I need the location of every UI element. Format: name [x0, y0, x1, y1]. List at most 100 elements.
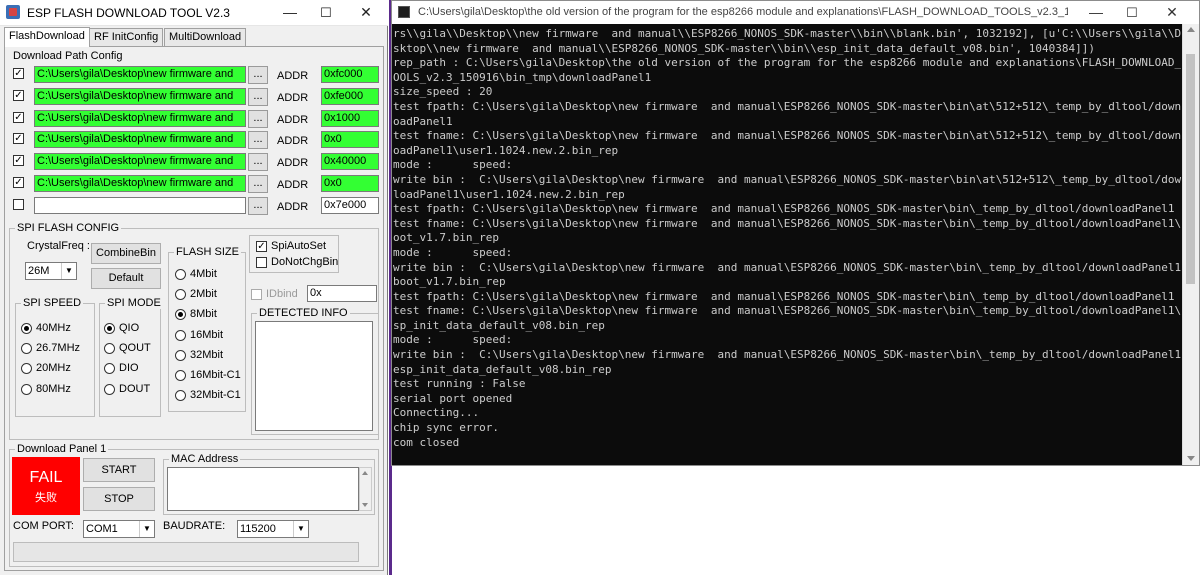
stop-button[interactable]: STOP — [83, 487, 155, 511]
addr-field[interactable]: 0xfe000 — [321, 87, 379, 105]
close-button[interactable]: ✕ — [348, 3, 384, 22]
flash-size-option-label: 32Mbit-C1 — [190, 389, 241, 402]
console-close-button[interactable]: ✕ — [1154, 3, 1190, 22]
browse-button[interactable]: ... — [248, 196, 268, 215]
browse-button[interactable]: ... — [248, 109, 268, 128]
flash-size-radio[interactable] — [175, 349, 186, 361]
path-row-checkbox[interactable]: ✓ — [13, 89, 24, 101]
console-line: test fname: C:\Users\gila\Desktop\new fi… — [393, 216, 1181, 230]
path-row-checkbox[interactable]: ✓ — [13, 133, 24, 145]
tool-titlebar[interactable]: ESP FLASH DOWNLOAD TOOL V2.3 — ☐ ✕ — [0, 0, 388, 26]
spi-mode-radio[interactable] — [104, 383, 115, 395]
spi-auto-set-checkbox[interactable]: ✓ — [256, 241, 267, 252]
scroll-up-icon[interactable] — [1187, 27, 1195, 32]
console-line: write bin : C:\Users\gila\Desktop\new fi… — [393, 348, 1181, 362]
path-row-field[interactable]: C:\Users\gila\Desktop\new firmware and — [34, 66, 246, 83]
baudrate-select[interactable]: 115200 ▼ — [237, 520, 309, 538]
tab-flashdownload[interactable]: FlashDownload — [4, 27, 90, 47]
chevron-down-icon: ▼ — [61, 263, 76, 279]
flash-size-radio[interactable] — [175, 269, 186, 280]
path-row-field[interactable]: C:\Users\gila\Desktop\new firmware and — [34, 109, 246, 127]
scroll-down-icon[interactable] — [1187, 456, 1195, 461]
status-text-en: FAIL — [29, 469, 63, 486]
do-not-chg-bin-checkbox[interactable] — [256, 257, 267, 268]
spi-speed-label: SPI SPEED — [21, 297, 84, 309]
console-line: oot_v1.7.bin_rep — [393, 231, 499, 245]
console-output[interactable]: rs\\gila\\Desktop\\new firmware and manu… — [393, 27, 1181, 450]
path-row-checkbox[interactable] — [13, 198, 24, 210]
path-row-checkbox[interactable]: ✓ — [13, 111, 24, 123]
console-line: rs\\gila\\Desktop\\new firmware and manu… — [393, 27, 1181, 40]
console-window: C:\Users\gila\Desktop\the old version of… — [391, 0, 1200, 466]
console-line: mode : speed: — [393, 245, 513, 259]
tab-rf-initconfig[interactable]: RF InitConfig — [89, 28, 164, 46]
default-button[interactable]: Default — [91, 268, 161, 289]
flash-size-option-label: 16Mbit — [190, 328, 224, 341]
path-row-field[interactable]: C:\Users\gila\Desktop\new firmware and — [34, 153, 246, 171]
path-row-field[interactable] — [34, 196, 246, 214]
addr-field[interactable]: 0x40000 — [321, 153, 379, 171]
tab-multidownload[interactable]: MultiDownload — [164, 28, 247, 46]
flash-size-radio[interactable] — [175, 329, 186, 341]
path-row-field[interactable]: C:\Users\gila\Desktop\new firmware and — [34, 87, 246, 105]
spi-speed-option-label: 26.7MHz — [36, 342, 81, 355]
console-titlebar[interactable]: C:\Users\gila\Desktop\the old version of… — [392, 1, 1199, 24]
idbind-checkbox[interactable] — [251, 289, 262, 300]
addr-field[interactable]: 0xfc000 — [321, 66, 379, 83]
browse-button[interactable]: ... — [248, 131, 268, 150]
addr-field[interactable]: 0x0 — [321, 131, 379, 149]
flash-size-option-label: 16Mbit-C1 — [190, 369, 241, 381]
do-not-chg-bin-label: DoNotChgBin — [271, 256, 339, 268]
idbind-field[interactable]: 0x — [307, 285, 377, 302]
mac-scrollbar[interactable] — [359, 467, 372, 511]
console-line: write bin : C:\Users\gila\Desktop\new fi… — [393, 260, 1181, 274]
start-button[interactable]: START — [83, 458, 155, 482]
console-line: chip sync error. — [393, 421, 499, 435]
console-scrollbar[interactable] — [1182, 24, 1199, 465]
console-line: test fname: C:\Users\gila\Desktop\new fi… — [393, 304, 1181, 318]
idbind-label: IDbind — [266, 288, 298, 300]
path-row-checkbox[interactable]: ✓ — [13, 155, 24, 167]
flash-size-radio[interactable] — [175, 370, 186, 381]
combinebin-button[interactable]: CombineBin — [91, 243, 161, 264]
console-maximize-button[interactable]: ☐ — [1114, 3, 1150, 22]
path-row-checkbox[interactable]: ✓ — [13, 68, 24, 79]
spi-mode-option-label: QOUT — [119, 342, 151, 355]
addr-label: ADDR — [277, 91, 309, 104]
spi-speed-radio[interactable] — [21, 383, 32, 395]
mac-address-label: MAC Address — [169, 453, 241, 465]
spi-mode-radio[interactable] — [104, 323, 115, 334]
console-line: rep_path : C:\Users\gila\Desktop\the old… — [393, 56, 1181, 70]
console-line: test fpath: C:\Users\gila\Desktop\new fi… — [393, 202, 1175, 216]
browse-button[interactable]: ... — [248, 87, 268, 106]
console-minimize-button[interactable]: — — [1078, 3, 1114, 22]
status-text-cn: 失败 — [35, 492, 57, 504]
addr-field[interactable]: 0x0 — [321, 175, 379, 192]
addr-label: ADDR — [277, 113, 309, 126]
browse-button[interactable]: ... — [248, 175, 268, 193]
addr-field[interactable]: 0x1000 — [321, 109, 379, 127]
browse-button[interactable]: ... — [248, 66, 268, 84]
path-row-field[interactable]: C:\Users\gila\Desktop\new firmware and — [34, 131, 246, 149]
spi-speed-radio[interactable] — [21, 323, 32, 334]
addr-field[interactable]: 0x7e000 — [321, 196, 379, 214]
minimize-button[interactable]: — — [272, 3, 308, 22]
flash-size-option-label: 2Mbit — [190, 288, 217, 301]
console-line: write bin : C:\Users\gila\Desktop\new fi… — [393, 172, 1181, 186]
crystal-freq-label: CrystalFreq : — [27, 240, 90, 252]
detected-info-box[interactable] — [255, 321, 373, 431]
path-row-checkbox[interactable]: ✓ — [13, 177, 24, 188]
path-row-field[interactable]: C:\Users\gila\Desktop\new firmware and — [34, 175, 246, 192]
maximize-button[interactable]: ☐ — [308, 3, 344, 22]
browse-button[interactable]: ... — [248, 153, 268, 172]
crystal-freq-select[interactable]: 26M ▼ — [25, 262, 77, 280]
console-line: test fpath: C:\Users\gila\Desktop\new fi… — [393, 289, 1175, 303]
console-line: mode : speed: — [393, 333, 513, 347]
console-title: C:\Users\gila\Desktop\the old version of… — [418, 6, 1068, 18]
com-port-select[interactable]: COM1 ▼ — [83, 520, 155, 538]
mac-address-box[interactable] — [167, 467, 359, 511]
spi-auto-set-label: SpiAutoSet — [271, 240, 327, 252]
scroll-thumb[interactable] — [1186, 54, 1195, 284]
progress-bar — [13, 542, 359, 562]
spi-speed-option-label: 80MHz — [36, 382, 71, 395]
